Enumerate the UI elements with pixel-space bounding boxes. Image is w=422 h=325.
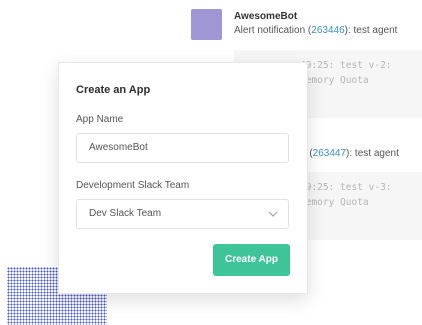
app-name-input[interactable]: AwesomeBot bbox=[76, 133, 289, 163]
alert-message-2: a (263447): test agent bbox=[301, 148, 399, 159]
alert-id-link[interactable]: 263447 bbox=[313, 148, 346, 159]
alert-message-1: Alert notification (263446): test agent bbox=[234, 25, 397, 36]
team-label: Development Slack Team bbox=[76, 180, 190, 191]
create-app-dialog: Create an App App Name AwesomeBot Develo… bbox=[58, 62, 308, 294]
app-name-label: App Name bbox=[76, 114, 124, 125]
bot-avatar bbox=[191, 9, 222, 40]
create-app-button[interactable]: Create App bbox=[213, 244, 290, 276]
alert-suffix: ): test agent bbox=[346, 148, 399, 159]
dialog-title: Create an App bbox=[76, 84, 151, 96]
team-select[interactable]: Dev Slack Team bbox=[76, 199, 289, 229]
alert-prefix: Alert notification ( bbox=[234, 25, 312, 36]
bot-name: AwesomeBot bbox=[234, 11, 298, 22]
team-selected-value: Dev Slack Team bbox=[89, 208, 162, 219]
alert-id-link[interactable]: 263446 bbox=[311, 25, 344, 36]
alert-suffix: ): test agent bbox=[344, 25, 398, 36]
chevron-down-icon bbox=[268, 211, 278, 217]
